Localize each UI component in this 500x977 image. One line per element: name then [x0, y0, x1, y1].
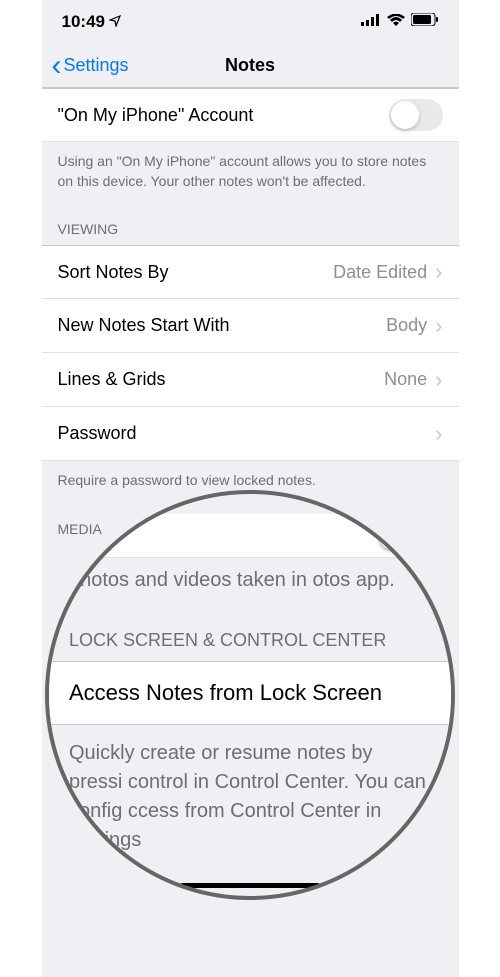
lines-grids-cell[interactable]: Lines & Grids None › [42, 353, 459, 407]
cell-value: None [384, 369, 427, 390]
media-footer-partial: photos and videos taken in otos app. [49, 558, 451, 602]
account-footer: Using an "On My iPhone" account allows y… [42, 142, 459, 201]
chevron-right-icon: › [435, 313, 442, 339]
on-my-iphone-cell[interactable]: "On My iPhone" Account [42, 88, 459, 142]
page-title: Notes [225, 55, 275, 76]
settings-screen: 10:49 ‹ Settings Notes "On My iPhone" Ac… [42, 0, 459, 977]
back-label: Settings [64, 55, 129, 76]
wifi-icon [387, 13, 405, 31]
signal-icon [361, 13, 381, 31]
cell-label: Password [58, 423, 137, 444]
back-button[interactable]: ‹ Settings [42, 51, 129, 81]
toggle-knob [379, 522, 407, 550]
nav-header: ‹ Settings Notes [42, 44, 459, 88]
chevron-left-icon: ‹ [52, 51, 62, 81]
status-time: 10:49 [62, 12, 121, 32]
cell-label: Access Notes from Lock Screen [69, 680, 382, 706]
cell-label: "On My iPhone" Account [58, 105, 254, 126]
new-notes-start-cell[interactable]: New Notes Start With Body › [42, 299, 459, 353]
status-bar: 10:49 [42, 0, 459, 44]
battery-icon [411, 13, 439, 31]
home-indicator[interactable] [180, 883, 320, 888]
viewing-header: VIEWING [42, 201, 459, 245]
save-to-photos-cell-partial[interactable] [49, 514, 451, 558]
cell-label: New Notes Start With [58, 315, 230, 336]
sort-notes-cell[interactable]: Sort Notes By Date Edited › [42, 245, 459, 299]
cell-label: Lines & Grids [58, 369, 166, 390]
on-my-iphone-toggle[interactable] [389, 99, 443, 131]
chevron-right-icon: › [435, 421, 442, 447]
password-cell[interactable]: Password › [42, 407, 459, 461]
chevron-right-icon: › [435, 367, 442, 393]
access-notes-cell[interactable]: Access Notes from Lock Screen [49, 661, 451, 725]
cell-value: Date Edited [333, 262, 427, 283]
toggle-knob [391, 101, 419, 129]
save-photos-toggle[interactable] [377, 520, 431, 552]
time-text: 10:49 [62, 12, 105, 32]
status-icons [361, 13, 439, 31]
chevron-right-icon: › [435, 259, 442, 285]
lock-screen-header: LOCK SCREEN & CONTROL CENTER [49, 602, 451, 661]
location-icon [109, 12, 121, 32]
cell-label: Sort Notes By [58, 262, 169, 283]
lock-screen-footer: Quickly create or resume notes by pressi… [49, 725, 451, 869]
magnifier-lens: photos and videos taken in otos app. LOC… [45, 490, 455, 900]
cell-value: Body [386, 315, 427, 336]
